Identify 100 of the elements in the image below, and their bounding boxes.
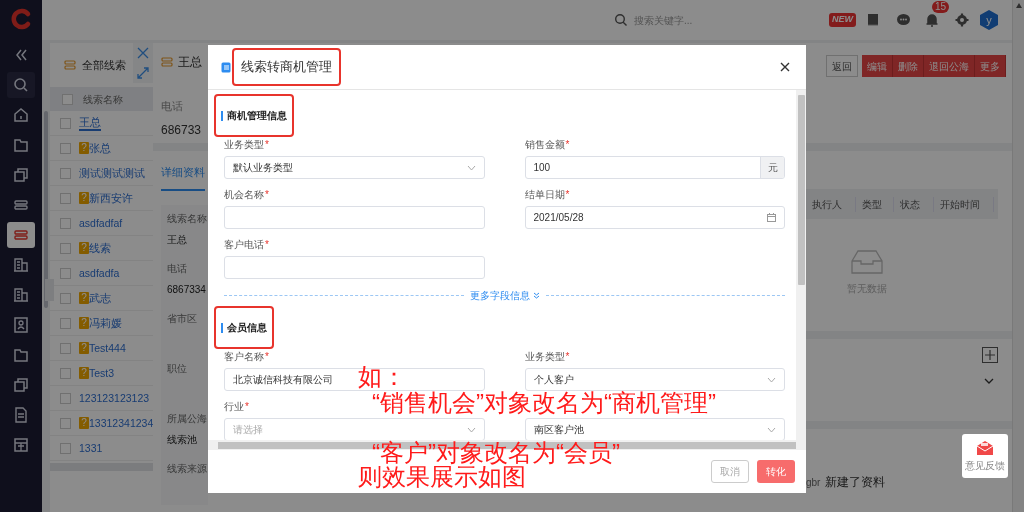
- double-chevron-down-icon: [532, 292, 540, 299]
- lead-name-link[interactable]: 冯莉媛: [89, 316, 122, 330]
- new-badge: NEW: [829, 13, 856, 27]
- chevron-down-icon: [466, 164, 476, 171]
- vertical-scrollbar[interactable]: [796, 90, 806, 440]
- more-fields-link[interactable]: 更多字段信息: [469, 288, 540, 303]
- notification-count: 15: [932, 1, 950, 13]
- field-label: 客户电话: [224, 238, 264, 252]
- user-avatar[interactable]: y: [980, 10, 998, 30]
- empty-inbox-icon: [850, 249, 884, 275]
- lead-name-link[interactable]: asdfadfaf: [79, 216, 123, 230]
- form-icon: [221, 61, 231, 73]
- feedback-button[interactable]: 意见反馈: [962, 434, 1008, 478]
- book-icon[interactable]: [866, 13, 880, 27]
- checkbox[interactable]: [60, 392, 71, 404]
- checkbox[interactable]: [60, 242, 71, 254]
- amount-field[interactable]: 100 元: [524, 156, 785, 179]
- lead-name-link[interactable]: 武志: [89, 291, 111, 305]
- action-button[interactable]: 更多: [975, 55, 1006, 77]
- checkbox[interactable]: [62, 93, 73, 105]
- field-label: 职位: [167, 361, 188, 376]
- column-header: 线索名称: [83, 92, 123, 107]
- convert-button[interactable]: 转化: [757, 460, 795, 483]
- envelope-icon: [976, 439, 994, 456]
- checkbox[interactable]: [60, 367, 71, 379]
- building-icon: [12, 256, 30, 274]
- chevron-down-icon[interactable]: [984, 377, 994, 385]
- scroll-up-icon[interactable]: [1015, 3, 1022, 8]
- lead-name-link[interactable]: asdfadfa: [79, 266, 120, 280]
- lead-name-link[interactable]: Test444: [89, 341, 126, 355]
- chevron-down-icon: [767, 426, 776, 433]
- field-label: 线索来源: [167, 461, 208, 476]
- checkbox[interactable]: [60, 167, 71, 179]
- folder-icon: [12, 136, 30, 154]
- list-filter[interactable]: 全部线索: [82, 56, 126, 74]
- sidebar-item[interactable]: [7, 222, 35, 248]
- lead-name-link[interactable]: 线索: [89, 241, 111, 255]
- date-field[interactable]: 2021/05/28: [524, 206, 785, 229]
- checkbox[interactable]: [60, 117, 71, 129]
- checkbox[interactable]: [60, 142, 71, 154]
- checkbox[interactable]: [60, 342, 71, 354]
- warning-badge: ?: [79, 142, 89, 154]
- field-value: 线索池: [167, 432, 198, 447]
- search-icon: [12, 76, 30, 94]
- chat-icon[interactable]: [896, 13, 911, 27]
- building-icon: [12, 286, 30, 304]
- annotation-text: 则效果展示如图: [358, 465, 526, 489]
- lead-name-link[interactable]: 13312341234: [89, 416, 153, 430]
- add-icon[interactable]: [982, 347, 998, 363]
- lead-name-link[interactable]: 测试测试测试: [79, 166, 145, 180]
- select-field[interactable]: 请选择: [224, 418, 485, 440]
- sidebar-item[interactable]: [7, 72, 35, 98]
- warning-badge: ?: [79, 317, 89, 329]
- lead-name-link[interactable]: 新西安许: [89, 191, 133, 205]
- annotation-text: 如：: [358, 365, 406, 389]
- select-field[interactable]: 南区客户池: [524, 418, 785, 440]
- activity-text: 新建了资料: [825, 474, 886, 491]
- text-field[interactable]: [224, 256, 485, 279]
- field-label: 行业: [224, 400, 244, 414]
- action-button[interactable]: 返回: [826, 55, 858, 77]
- action-button[interactable]: 编辑: [862, 55, 893, 77]
- annotation-text: “客户”对象改名为“会员”: [372, 441, 620, 465]
- checkbox[interactable]: [60, 442, 71, 454]
- detail-tab[interactable]: 详细资料: [161, 164, 205, 191]
- settings-icon[interactable]: [955, 13, 969, 27]
- required-mark: *: [265, 238, 269, 252]
- checkbox[interactable]: [60, 317, 71, 329]
- page-scrollbar[interactable]: [1012, 0, 1024, 512]
- cancel-button[interactable]: 取消: [711, 460, 749, 483]
- field-value: 6867334: [167, 282, 207, 297]
- warning-badge: ?: [79, 192, 89, 204]
- section-title: 商机管理信息: [216, 96, 292, 135]
- lead-name-link[interactable]: 1331: [79, 441, 103, 455]
- lead-name-link[interactable]: Test3: [89, 366, 115, 380]
- warning-badge: ?: [79, 342, 89, 354]
- search-icon[interactable]: [614, 13, 628, 27]
- bell-icon[interactable]: [925, 13, 939, 27]
- lead-name-link[interactable]: 123123123123: [79, 391, 150, 405]
- action-button[interactable]: 删除: [893, 55, 924, 77]
- dialog-title: 线索转商机管理: [234, 50, 339, 84]
- checkbox[interactable]: [60, 417, 71, 429]
- checkbox[interactable]: [60, 267, 71, 279]
- lead-name-link[interactable]: 张总: [89, 141, 111, 155]
- calendar-icon: [767, 213, 776, 222]
- checkbox[interactable]: [60, 192, 71, 204]
- select-field[interactable]: 个人客户: [524, 368, 785, 391]
- checkbox[interactable]: [60, 217, 71, 229]
- required-mark: *: [265, 138, 269, 152]
- lead-name-link[interactable]: 王总: [79, 115, 101, 131]
- action-button[interactable]: 退回公海: [924, 55, 975, 77]
- column-header: 状态: [894, 196, 934, 212]
- annotation-text: “销售机会”对象改名为“商机管理”: [372, 391, 716, 415]
- close-icon[interactable]: [780, 62, 790, 72]
- field-label: 客户名称: [224, 350, 264, 364]
- field-label: 业务类型: [224, 138, 264, 152]
- required-mark: *: [565, 188, 570, 202]
- text-field[interactable]: [224, 206, 485, 229]
- checkbox[interactable]: [60, 292, 71, 304]
- select-field[interactable]: 默认业务类型: [224, 156, 485, 179]
- field-label: 业务类型: [524, 350, 565, 364]
